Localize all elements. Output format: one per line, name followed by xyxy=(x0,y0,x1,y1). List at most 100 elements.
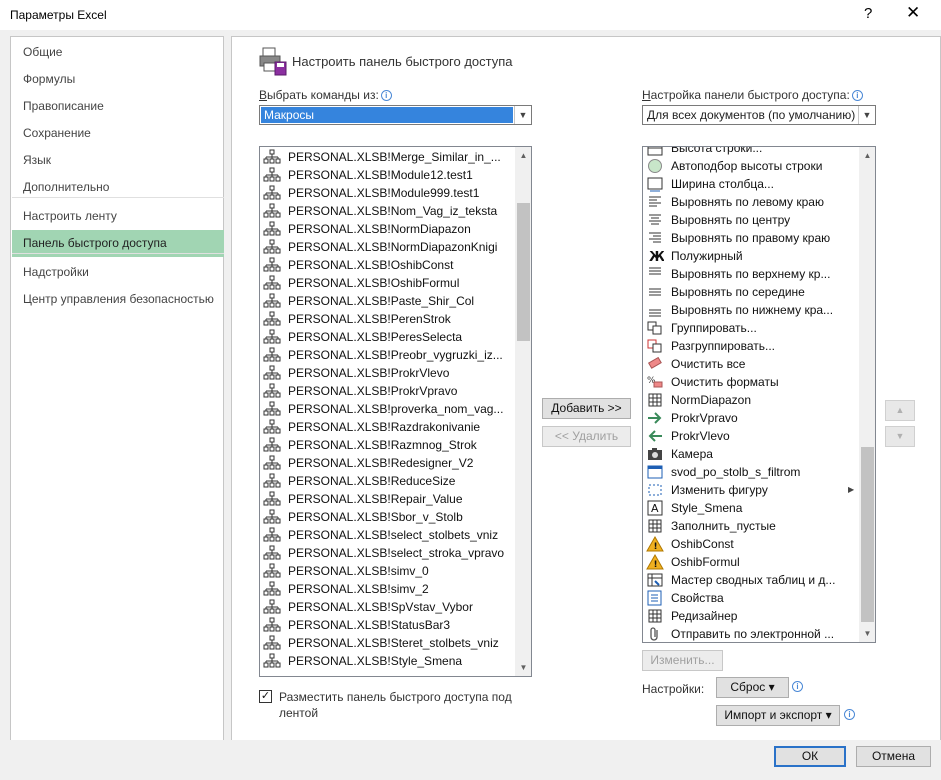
list-item[interactable]: PERSONAL.XLSB!Sbor_v_Stolb xyxy=(263,508,513,526)
list-item[interactable]: PERSONAL.XLSB!Repair_Value xyxy=(263,490,513,508)
list-item[interactable]: ProkrVpravo xyxy=(646,409,856,427)
list-item[interactable]: PERSONAL.XLSB!select_stolbets_vniz xyxy=(263,526,513,544)
import-export-button[interactable]: Импорт и экспорт ▾ xyxy=(716,705,840,726)
list-item[interactable]: PERSONAL.XLSB!Merge_Similar_in_... xyxy=(263,148,513,166)
right-list-scrollbar[interactable]: ▲ ▼ xyxy=(859,147,875,642)
list-item[interactable]: Высота строки... xyxy=(646,147,856,157)
nav-item[interactable]: Формулы xyxy=(12,66,224,93)
list-item[interactable]: Ж Полужирный xyxy=(646,247,856,265)
scroll-down-icon[interactable]: ▼ xyxy=(515,659,531,676)
macro-icon xyxy=(263,617,281,633)
list-item[interactable]: Заполнить_пустые xyxy=(646,517,856,535)
list-item[interactable]: Камера xyxy=(646,445,856,463)
list-item[interactable]: PERSONAL.XLSB!ReduceSize xyxy=(263,472,513,490)
modify-button[interactable]: Изменить... xyxy=(642,650,723,671)
list-item[interactable]: Свойства xyxy=(646,589,856,607)
list-item[interactable]: ! OshibFormul xyxy=(646,553,856,571)
add-button[interactable]: Добавить >> xyxy=(542,398,631,419)
attachment-icon xyxy=(646,626,664,642)
list-item[interactable]: Мастер сводных таблиц и д... xyxy=(646,571,856,589)
scroll-up-icon[interactable]: ▲ xyxy=(859,147,875,164)
nav-item[interactable]: Правописание xyxy=(12,93,224,120)
nav-item[interactable]: Язык xyxy=(12,147,224,174)
list-item[interactable]: Выровнять по левому краю xyxy=(646,193,856,211)
list-item[interactable]: % Очистить форматы xyxy=(646,373,856,391)
list-item[interactable]: PERSONAL.XLSB!select_stroka_vpravo xyxy=(263,544,513,562)
available-commands-list[interactable]: PERSONAL.XLSB!Merge_Similar_in_... PERSON… xyxy=(259,146,532,677)
macro-icon xyxy=(263,437,281,453)
scroll-down-icon[interactable]: ▼ xyxy=(859,625,875,642)
list-item[interactable]: Отправить по электронной ... xyxy=(646,625,856,642)
list-item[interactable]: PERSONAL.XLSB!Module999.test1 xyxy=(263,184,513,202)
list-item[interactable]: PERSONAL.XLSB!simv_2 xyxy=(263,580,513,598)
list-item[interactable]: PERSONAL.XLSB!Nom_Vag_iz_teksta xyxy=(263,202,513,220)
chevron-down-icon[interactable]: ▼ xyxy=(514,106,531,124)
list-item[interactable]: Выровнять по середине xyxy=(646,283,856,301)
left-list-scrollbar[interactable]: ▲ ▼ xyxy=(515,147,531,676)
list-item[interactable]: PERSONAL.XLSB!Redesigner_V2 xyxy=(263,454,513,472)
close-button[interactable]: ✕ xyxy=(906,3,920,23)
list-item[interactable]: PERSONAL.XLSB!Module12.test1 xyxy=(263,166,513,184)
nav-item[interactable]: Центр управления безопасностью xyxy=(12,286,224,313)
document-scope-combo[interactable]: Для всех документов (по умолчанию) ▼ xyxy=(642,105,876,125)
list-item[interactable]: Очистить все xyxy=(646,355,856,373)
list-item[interactable]: PERSONAL.XLSB!NormDiapazon xyxy=(263,220,513,238)
scroll-thumb[interactable] xyxy=(517,203,530,341)
remove-button[interactable]: << Удалить xyxy=(542,426,631,447)
list-item[interactable]: PERSONAL.XLSB!OshibFormul xyxy=(263,274,513,292)
list-item[interactable]: Ширина столбца... xyxy=(646,175,856,193)
list-item[interactable]: PERSONAL.XLSB!ProkrVpravo xyxy=(263,382,513,400)
list-item[interactable]: Автоподбор высоты строки xyxy=(646,157,856,175)
scroll-thumb[interactable] xyxy=(861,447,874,622)
list-item[interactable]: NormDiapazon xyxy=(646,391,856,409)
list-item[interactable]: PERSONAL.XLSB!Preobr_vygruzki_iz... xyxy=(263,346,513,364)
toolbar-commands-list[interactable]: Высота строки... Автоподбор высоты строки… xyxy=(642,146,876,643)
list-item[interactable]: PERSONAL.XLSB!StatusBar3 xyxy=(263,616,513,634)
nav-item[interactable]: Общие xyxy=(12,39,224,66)
list-item[interactable]: Редизайнер xyxy=(646,607,856,625)
list-item[interactable]: svod_po_stolb_s_filtrom xyxy=(646,463,856,481)
bold-icon: Ж xyxy=(646,248,665,265)
list-item[interactable]: Выровнять по верхнему кр... xyxy=(646,265,856,283)
chevron-down-icon[interactable]: ▼ xyxy=(858,106,875,124)
list-item[interactable]: PERSONAL.XLSB!PeresSelecta xyxy=(263,328,513,346)
list-item[interactable]: PERSONAL.XLSB!Razmnog_Strok xyxy=(263,436,513,454)
list-item[interactable]: A Style_Smena xyxy=(646,499,856,517)
list-item[interactable]: PERSONAL.XLSB!Style_Smena xyxy=(263,652,513,670)
reset-button[interactable]: Сброс ▾ xyxy=(716,677,789,698)
align-middle-icon xyxy=(646,284,664,300)
list-item[interactable]: Разгруппировать... xyxy=(646,337,856,355)
list-item[interactable]: Группировать... xyxy=(646,319,856,337)
nav-item[interactable]: Настроить ленту xyxy=(12,203,224,230)
list-item[interactable]: PERSONAL.XLSB!simv_0 xyxy=(263,562,513,580)
list-item[interactable]: Выровнять по правому краю xyxy=(646,229,856,247)
macro-icon xyxy=(263,527,281,543)
help-button[interactable]: ? xyxy=(864,5,872,22)
list-item[interactable]: PERSONAL.XLSB!Paste_Shir_Col xyxy=(263,292,513,310)
list-item[interactable]: PERSONAL.XLSB!Razdrakonivanie xyxy=(263,418,513,436)
align-right-icon xyxy=(646,230,664,246)
move-up-button[interactable]: ▲ xyxy=(885,400,915,421)
category-nav: Общие Формулы Правописание Сохранение Язык До… xyxy=(10,36,224,742)
choose-commands-combo[interactable]: Макросы ▼ xyxy=(259,105,532,125)
list-item[interactable]: Изменить фигуру ▶ xyxy=(646,481,856,499)
list-item[interactable]: PERSONAL.XLSB!SpVstav_Vybor xyxy=(263,598,513,616)
list-item[interactable]: PERSONAL.XLSB!proverka_nom_vag... xyxy=(263,400,513,418)
list-item[interactable]: ! OshibConst xyxy=(646,535,856,553)
ok-button[interactable]: ОК xyxy=(774,746,846,767)
list-item[interactable]: PERSONAL.XLSB!OshibConst xyxy=(263,256,513,274)
list-item[interactable]: PERSONAL.XLSB!NormDiapazonKnigi xyxy=(263,238,513,256)
list-item[interactable]: PERSONAL.XLSB!Steret_stolbets_vniz xyxy=(263,634,513,652)
cancel-button[interactable]: Отмена xyxy=(856,746,931,767)
nav-item[interactable]: Надстройки xyxy=(12,259,224,286)
warning-icon: ! xyxy=(646,535,664,552)
show-below-ribbon-checkbox[interactable]: ✓ xyxy=(259,690,272,703)
list-item[interactable]: PERSONAL.XLSB!ProkrVlevo xyxy=(263,364,513,382)
move-down-button[interactable]: ▼ xyxy=(885,426,915,447)
list-item[interactable]: Выровнять по центру xyxy=(646,211,856,229)
nav-item[interactable]: Сохранение xyxy=(12,120,224,147)
list-item[interactable]: PERSONAL.XLSB!PerenStrok xyxy=(263,310,513,328)
list-item[interactable]: Выровнять по нижнему кра... xyxy=(646,301,856,319)
list-item[interactable]: ProkrVlevo xyxy=(646,427,856,445)
scroll-up-icon[interactable]: ▲ xyxy=(515,147,531,164)
